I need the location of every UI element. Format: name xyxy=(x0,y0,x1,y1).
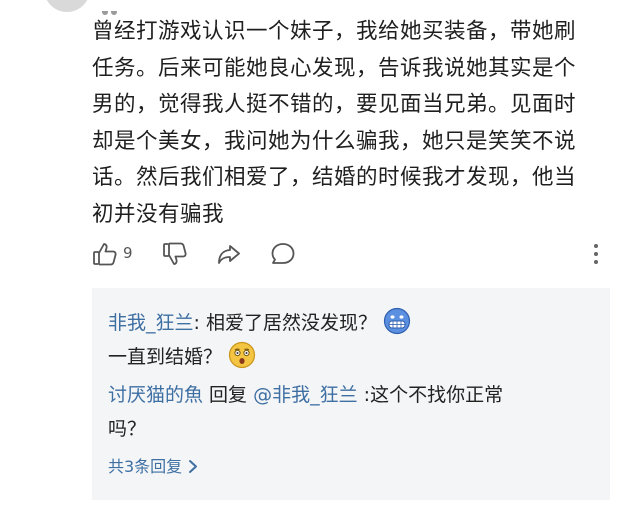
reply-item: 讨厌猫的魚 回复 @非我_狂兰 :这个不找你正常 xyxy=(108,381,503,409)
comment-line: 任务。后来可能她良心发现，告诉我说她其实是个 xyxy=(92,55,577,81)
comment-line: 初并没有骗我 xyxy=(92,201,225,227)
reply-text: : 相爱了居然没发现？ xyxy=(193,312,377,334)
view-more-replies-button[interactable]: 共3条回复 xyxy=(108,455,198,479)
reply-item-continued: 一直到结婚？ xyxy=(108,341,256,377)
grimace-emoji xyxy=(383,307,411,343)
astonished-emoji xyxy=(228,341,256,377)
share-icon[interactable] xyxy=(216,241,242,271)
view-more-label: 共3条回复 xyxy=(108,457,183,476)
reply-username[interactable]: 非我_狂兰 xyxy=(108,312,194,334)
comment-text: 曾经打游戏认识一个妹子，我给她买装备，带她刷 任务。后来可能她良心发现，告诉我说… xyxy=(92,14,612,233)
like-count: 9 xyxy=(123,244,133,262)
comment-line: 却是个美女，我问她为什么骗我，她只是笑笑不说 xyxy=(92,128,577,154)
thumbs-up-icon[interactable] xyxy=(92,241,118,271)
reply-text: 一直到结婚？ xyxy=(108,346,223,368)
comment-line: 话。然后我们相爱了，结婚的时候我才发现，他当 xyxy=(92,165,577,190)
reply-username[interactable]: 讨厌猫的魚 xyxy=(108,384,203,406)
replies-box: 非我_狂兰: 相爱了居然没发现？ 一直到结婚？ 讨厌猫的魚 回复 @非我_狂兰 … xyxy=(92,288,610,500)
comment-line: 曾经打游戏认识一个妹子，我给她买装备，带她刷 xyxy=(92,19,577,44)
reply-item: 非我_狂兰: 相爱了居然没发现？ xyxy=(108,307,411,343)
thumbs-down-icon[interactable] xyxy=(162,241,188,271)
mention-link[interactable]: @非我_狂兰 xyxy=(253,384,358,406)
reply-word: 回复 xyxy=(203,384,254,406)
reply-text: 吗？ xyxy=(108,418,147,440)
reply-text: :这个不找你正常 xyxy=(357,384,504,406)
chevron-right-icon xyxy=(189,460,198,473)
avatar[interactable] xyxy=(44,0,90,12)
more-vertical-icon[interactable] xyxy=(592,241,600,271)
comment-icon[interactable] xyxy=(270,241,296,271)
comment-actions: 9 xyxy=(92,238,612,272)
comment-line: 男的，觉得我人挺不错的，要见面当兄弟。见面时 xyxy=(92,92,577,117)
username-stub xyxy=(102,0,132,15)
reply-item-continued: 吗？ xyxy=(108,415,146,443)
